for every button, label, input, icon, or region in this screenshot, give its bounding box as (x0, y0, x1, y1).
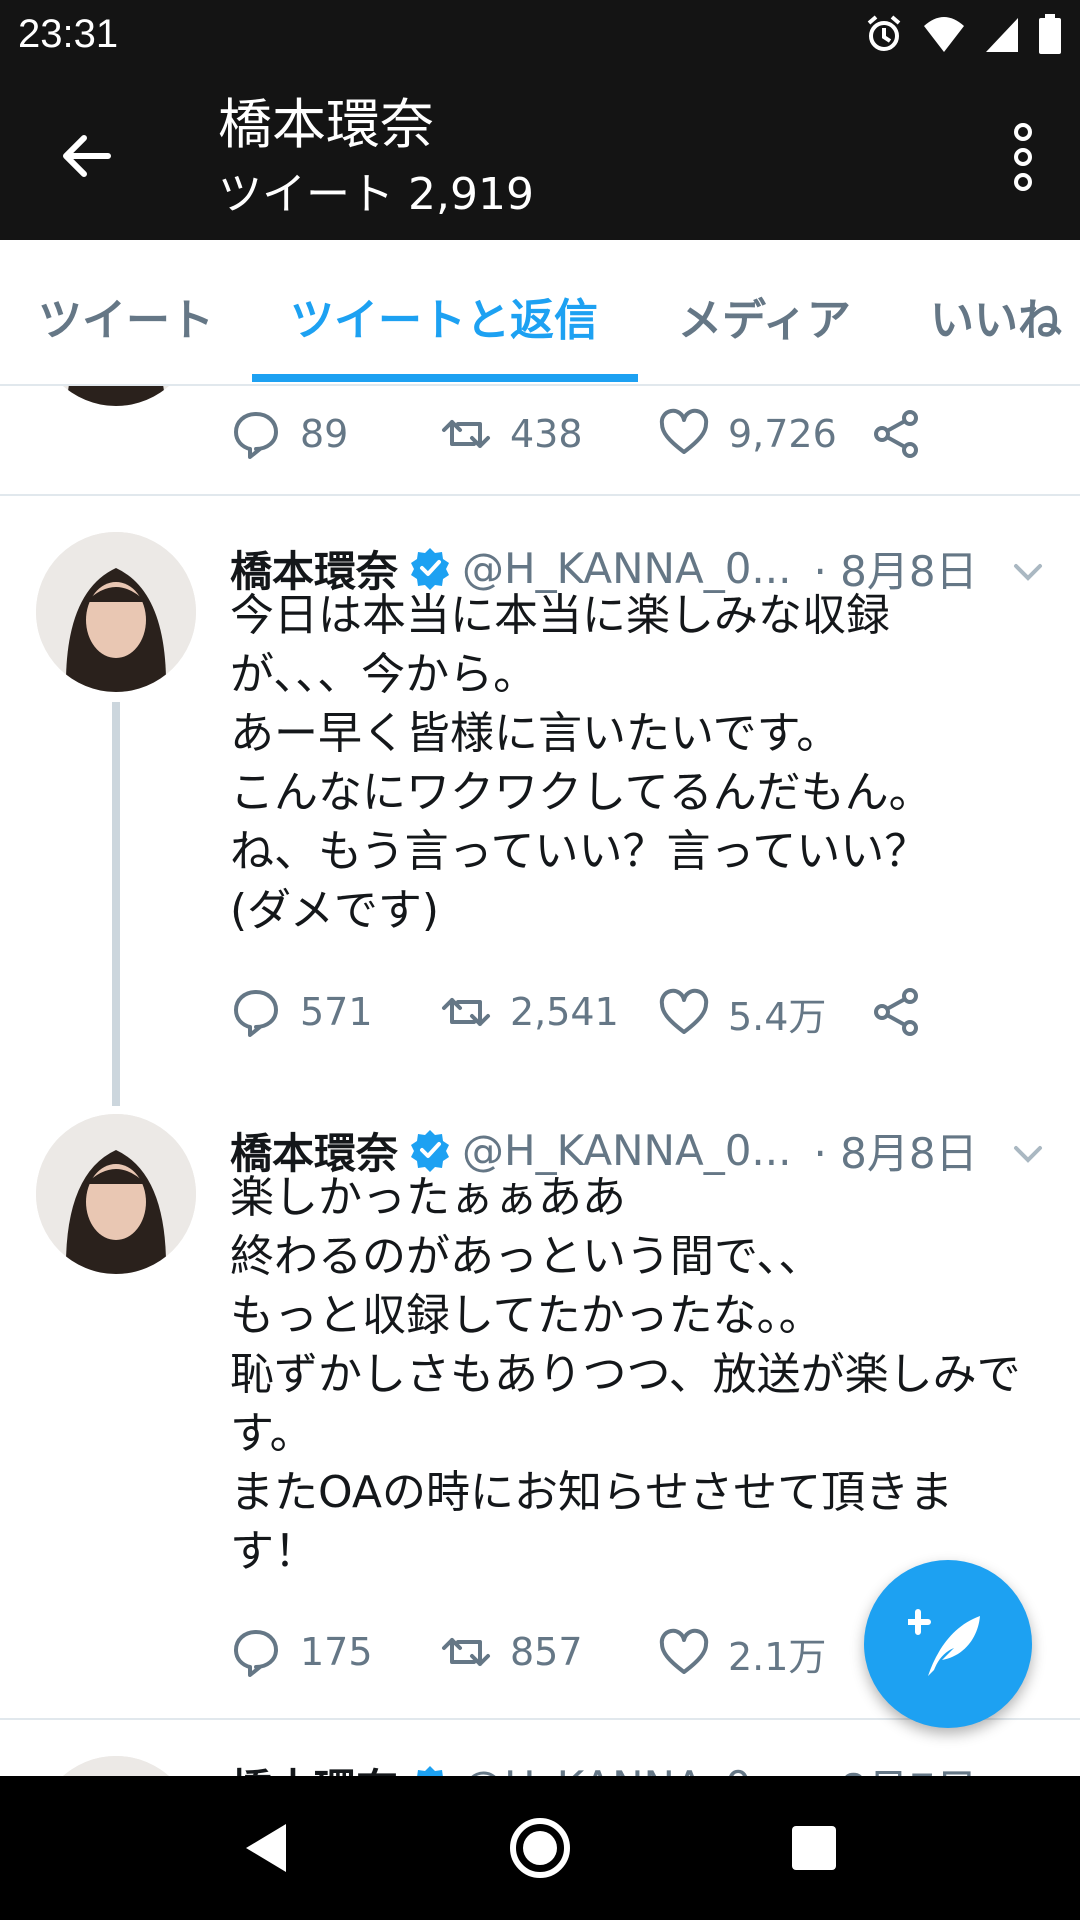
verified-badge-icon (411, 1130, 450, 1172)
tweet-actions: 175 857 2.1万 (230, 1626, 930, 1686)
alarm-icon (867, 15, 901, 51)
verified-badge-icon (417, 1766, 443, 1776)
nav-back-icon[interactable] (234, 1816, 298, 1880)
reply-action[interactable]: 89 (230, 408, 348, 460)
reply-count: 175 (300, 1630, 373, 1674)
more-options-icon[interactable] (1008, 122, 1038, 192)
tweet-count: ツイート 2,919 (218, 169, 534, 220)
share-action[interactable] (870, 408, 922, 460)
compose-feather-icon (908, 1609, 980, 1676)
like-count: 5.4万 (728, 995, 827, 1039)
nav-recents-icon[interactable] (782, 1816, 846, 1880)
system-navigation-bar (0, 1776, 1080, 1920)
status-time: 23:31 (18, 12, 119, 56)
avatar[interactable] (36, 1114, 196, 1274)
share-action[interactable] (870, 986, 922, 1038)
reply-icon (234, 990, 278, 1037)
status-icons (864, 14, 1062, 54)
reply-count: 89 (300, 412, 349, 456)
retweet-count: 2,541 (510, 990, 619, 1034)
like-action[interactable]: 9,726 (658, 408, 837, 460)
tweet-header: 橋本環奈 @H_KANNA_0... · 8月7日 (230, 1756, 978, 1776)
reply-action[interactable]: 175 (230, 1626, 373, 1678)
reply-action[interactable]: 571 (230, 986, 373, 1038)
wifi-icon (924, 17, 964, 52)
like-action[interactable]: 5.4万 (658, 986, 826, 1041)
tab-likes[interactable]: いいね (930, 284, 1062, 348)
like-action[interactable]: 2.1万 (658, 1626, 826, 1681)
tab-media[interactable]: メディア (678, 284, 851, 348)
reply-count: 571 (300, 990, 373, 1034)
heart-icon (659, 408, 709, 454)
author-name[interactable]: 橋本環奈 (230, 1756, 398, 1777)
like-count: 2.1万 (728, 1635, 827, 1679)
tweet-text: 楽しかったぁぁああ 終わるのがあっという間で、、 もっと収録してたかったな。。 … (230, 1172, 1021, 1577)
chevron-down-icon[interactable] (1010, 1136, 1046, 1172)
profile-tabs: ツイート ツイートと返信 メディア いいね (0, 240, 1080, 386)
thread-line (112, 702, 120, 1106)
retweet-action[interactable]: 857 (440, 1626, 583, 1678)
compose-tweet-button[interactable] (864, 1560, 1032, 1728)
avatar[interactable] (36, 532, 196, 692)
nav-home-icon[interactable] (508, 1816, 572, 1880)
tweet-text: 今日は本当に本当に楽しみな収録 が、、、今から。 あー早く皆様に言いたいです。 … (230, 590, 933, 936)
share-icon (874, 988, 918, 1036)
profile-name-title: 橋本環奈 (218, 93, 434, 156)
retweet-action[interactable]: 2,541 (440, 986, 619, 1038)
heart-icon (659, 988, 709, 1034)
reply-icon (234, 1630, 278, 1677)
tweet-actions: 89 438 9,726 (230, 408, 930, 468)
share-icon (874, 410, 918, 458)
author-handle[interactable]: @H_KANNA_0... (462, 1762, 791, 1777)
avatar[interactable] (36, 386, 196, 406)
signal-icon (986, 18, 1018, 52)
battery-icon (1039, 14, 1061, 54)
tweet-date[interactable]: · 8月7日 (813, 1756, 977, 1777)
divider (0, 494, 1080, 496)
retweet-count: 857 (510, 1630, 583, 1674)
retweet-count: 438 (510, 412, 583, 456)
tab-tweets[interactable]: ツイート (38, 284, 214, 348)
avatar[interactable] (36, 1756, 196, 1776)
tweet-actions: 571 2,541 5.4万 (230, 986, 930, 1046)
retweet-icon (442, 420, 490, 448)
app-bar: 橋本環奈 ツイート 2,919 (0, 72, 1080, 240)
chevron-down-icon[interactable] (1010, 554, 1046, 590)
reply-icon (234, 412, 278, 459)
status-bar: 23:31 (0, 0, 1080, 72)
tab-tweets-and-replies[interactable]: ツイートと返信 (290, 284, 598, 348)
heart-icon (659, 1628, 709, 1674)
active-tab-indicator (252, 374, 638, 382)
like-count: 9,726 (728, 412, 837, 456)
back-arrow-icon[interactable] (56, 126, 116, 186)
retweet-icon (442, 1638, 490, 1666)
retweet-action[interactable]: 438 (440, 408, 583, 460)
verified-badge-icon (411, 548, 450, 590)
retweet-icon (442, 998, 490, 1026)
